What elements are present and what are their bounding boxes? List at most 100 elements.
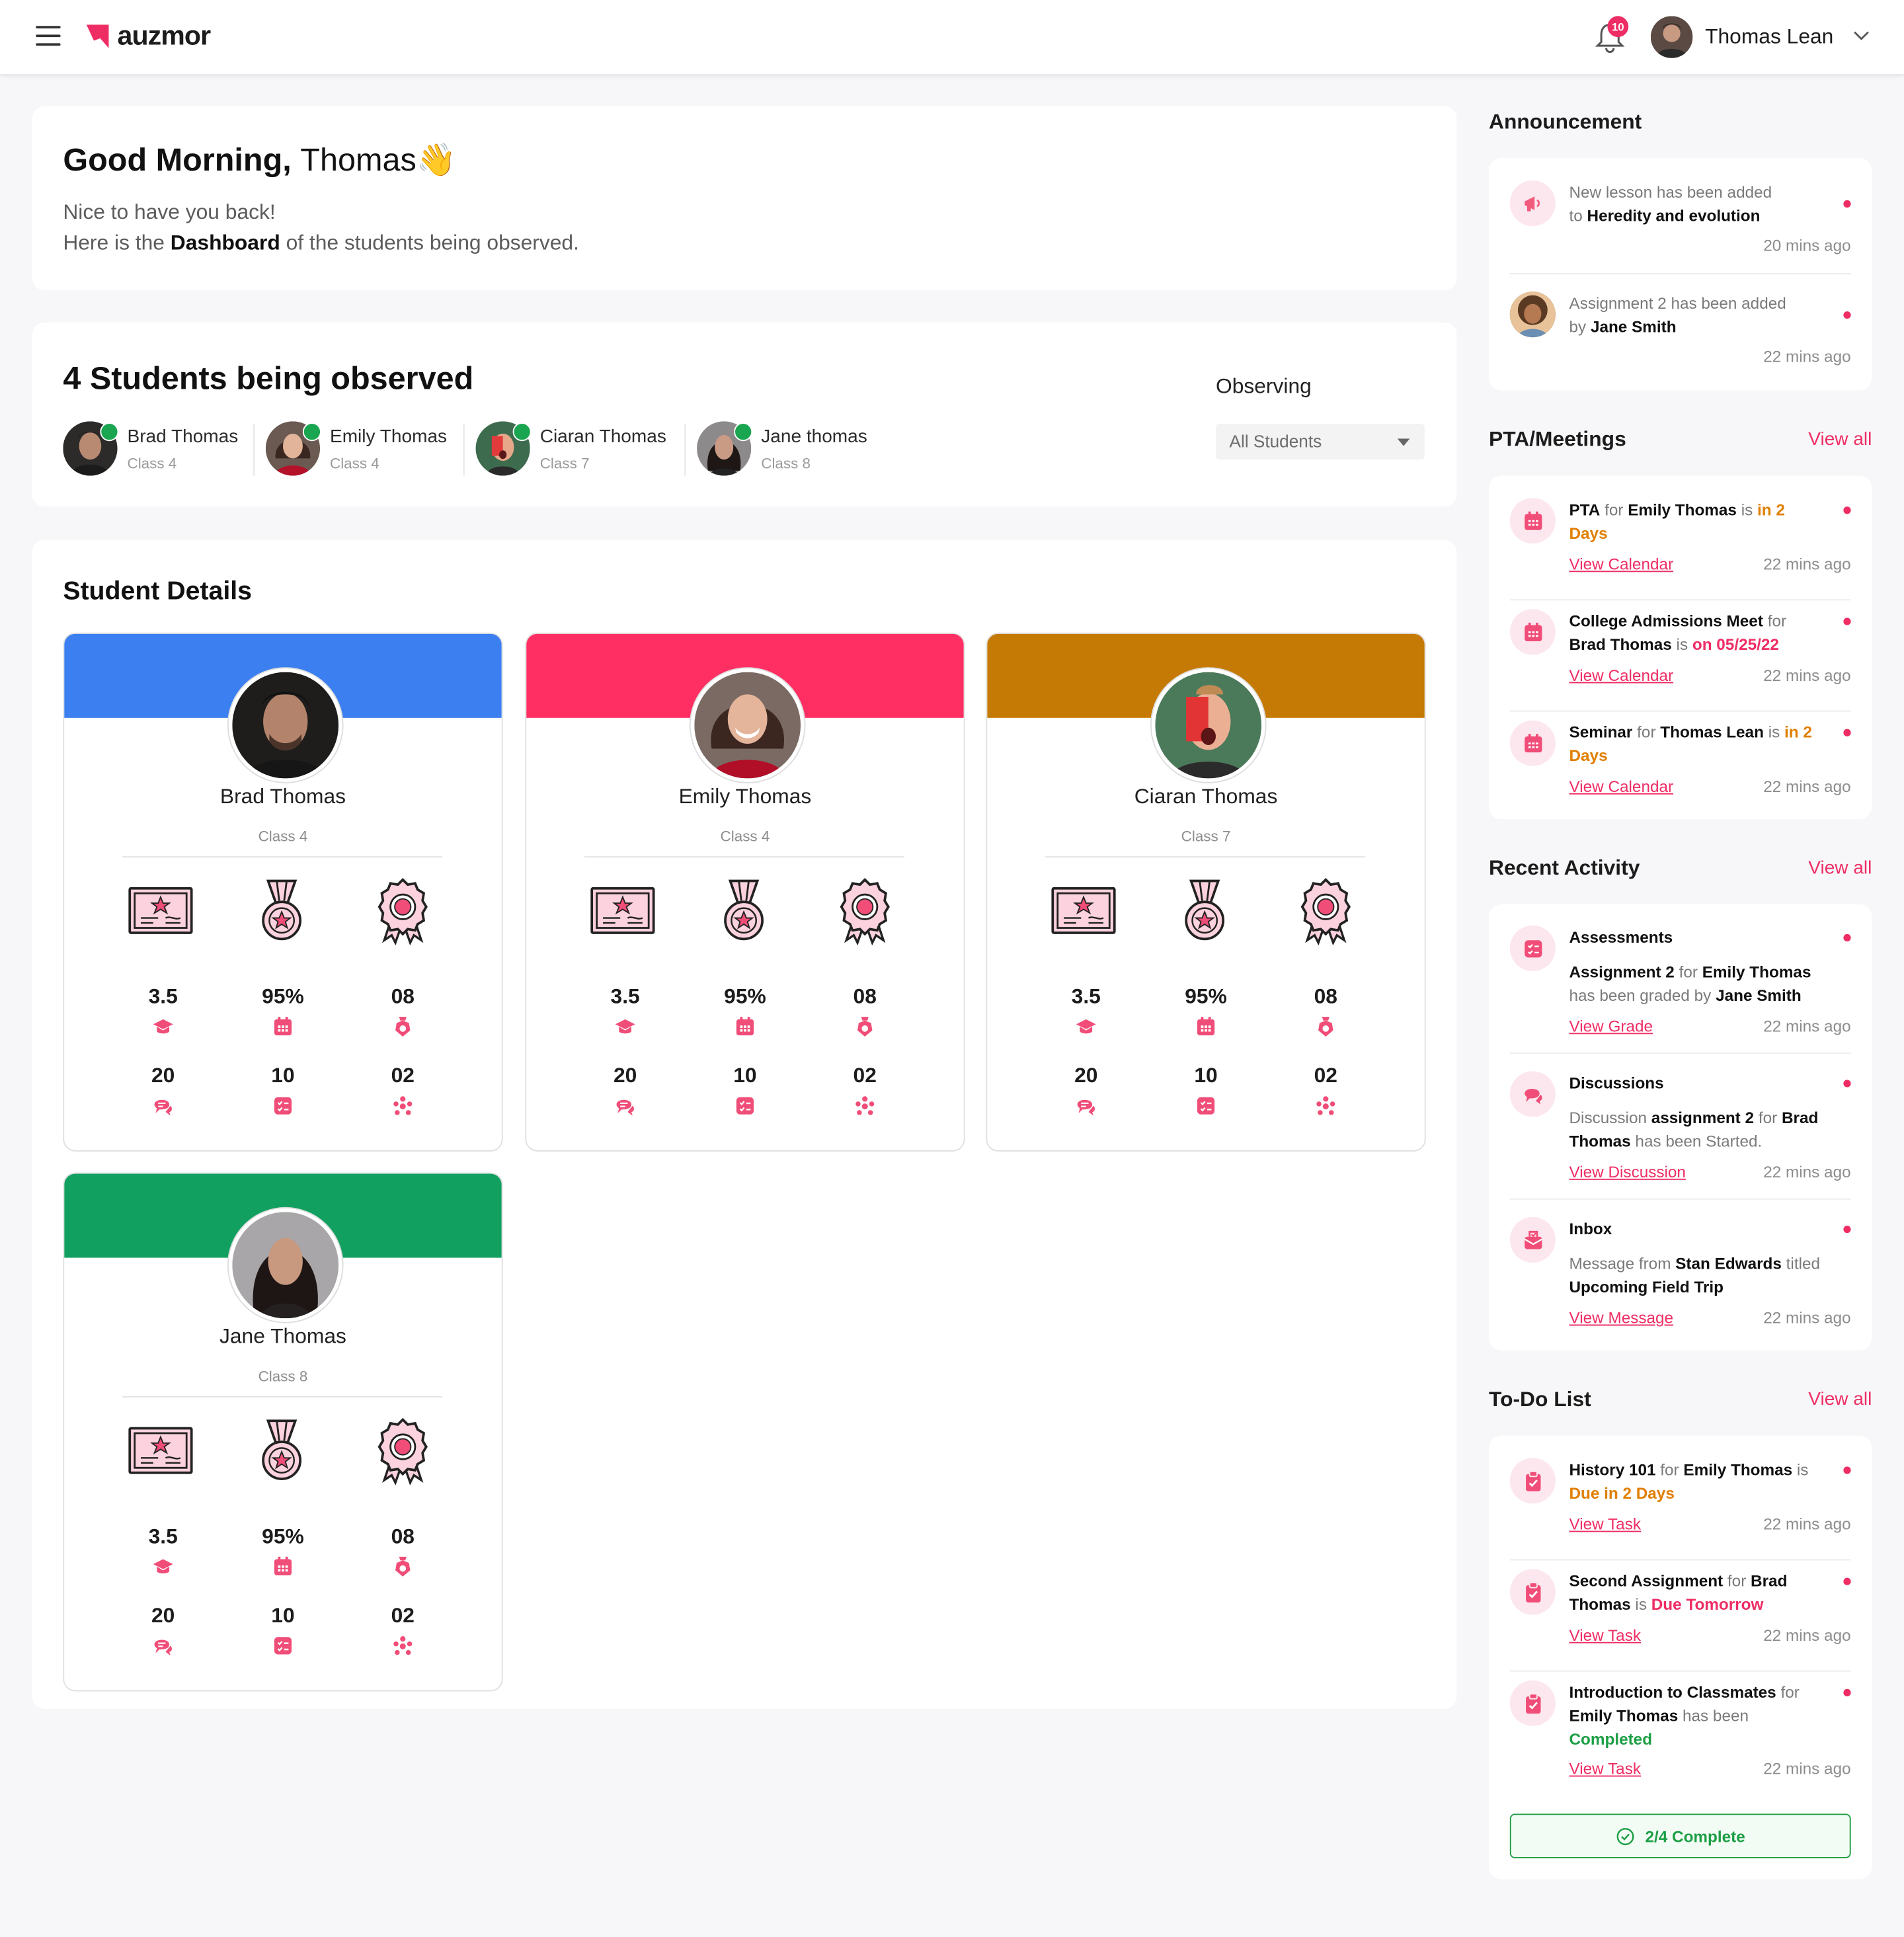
stat-attendance: 95% [1185, 984, 1227, 1009]
recent-activity-item[interactable]: Assessments Assignment 2 for Emily Thoma… [1509, 925, 1851, 1044]
activity-link[interactable]: View Discussion [1569, 1163, 1686, 1181]
student-card-brad[interactable]: Brad Thomas Class 4 3.5 95% 08 20 10 02 [63, 632, 503, 1152]
activity-link[interactable]: View Grade [1569, 1017, 1653, 1035]
card-divider [584, 856, 905, 858]
announcement-card: New lesson has been added to Heredity an… [1489, 158, 1872, 391]
observing-select-value: All Students [1229, 431, 1322, 452]
stat-attendance: 95% [262, 1524, 304, 1548]
pta-view-all-link[interactable]: View all [1808, 429, 1872, 450]
certificate-icon [126, 876, 196, 945]
announcement-item[interactable]: New lesson has been added to Heredity an… [1509, 180, 1851, 267]
todo-item[interactable]: History 101 for Emily Thomas is Due in 2… [1509, 1458, 1851, 1564]
unread-dot [1843, 200, 1851, 208]
chat-icon [1075, 1095, 1097, 1117]
stat-assignments: 10 [271, 1064, 295, 1087]
certificate-icon [1049, 876, 1119, 945]
recent-view-all-link[interactable]: View all [1808, 857, 1872, 879]
greeting-name: Thomas [300, 141, 416, 178]
rosette-icon [830, 876, 900, 946]
chat-icon [614, 1095, 637, 1117]
stat-groups: 02 [391, 1603, 415, 1628]
view-task-link[interactable]: View Task [1569, 1515, 1642, 1533]
observing-select[interactable]: All Students [1215, 424, 1425, 460]
stat-groups: 02 [391, 1064, 415, 1087]
stat-discussions: 20 [151, 1064, 175, 1087]
user-name[interactable]: Thomas Lean [1705, 24, 1833, 49]
student-details-title: Student Details [63, 576, 252, 606]
logo[interactable]: auzmor [84, 19, 212, 52]
todo-progress-button[interactable]: 2/4 Complete [1509, 1813, 1851, 1858]
item-divider [1509, 1052, 1851, 1054]
graduation-cap-icon [1075, 1015, 1097, 1038]
chip-divider [253, 424, 255, 476]
greeting-title: Good Morning, Thomas👋 [63, 141, 457, 178]
stat-discussions: 20 [1074, 1064, 1098, 1087]
view-task-link[interactable]: View Task [1569, 1626, 1642, 1644]
todo-item[interactable]: Introduction to Classmates for Emily Tho… [1509, 1680, 1851, 1787]
announcement-item[interactable]: Assignment 2 has been added by Jane Smit… [1509, 292, 1851, 378]
recent-activity-card: Assessments Assignment 2 for Emily Thoma… [1489, 904, 1872, 1351]
stat-badges: 08 [853, 984, 877, 1009]
clipboard-check-icon [1509, 1458, 1556, 1504]
pta-item[interactable]: PTA for Emily Thomas is in 2 Days View C… [1509, 498, 1851, 584]
recent-activity-item[interactable]: Discussions Discussion assignment 2 for … [1509, 1071, 1851, 1189]
todo-item[interactable]: Second Assignment for Brad Thomas is Due… [1509, 1569, 1851, 1676]
rosette-icon [368, 876, 438, 946]
view-calendar-link[interactable]: View Calendar [1569, 777, 1674, 796]
student-card-emily[interactable]: Emily Thomas Class 4 3.5 95% 08 20 10 02 [525, 632, 965, 1152]
observed-students-card: 4 Students being observed Brad Thomas Cl… [32, 322, 1457, 507]
student-card-jane[interactable]: Jane Thomas Class 8 3.5 95% 08 20 10 02 [63, 1172, 503, 1692]
verified-check-icon [100, 422, 119, 442]
pta-item[interactable]: Seminar for Thomas Lean is in 2 Days Vie… [1509, 720, 1851, 807]
calendar-icon [1509, 720, 1556, 766]
unread-dot [1843, 1688, 1851, 1696]
stat-groups: 02 [1314, 1064, 1337, 1087]
notification-count-badge: 10 [1607, 16, 1629, 38]
card-divider [122, 856, 443, 858]
activity-heading: Discussions [1569, 1074, 1664, 1093]
student-photo [1151, 668, 1265, 783]
stat-groups: 02 [853, 1064, 877, 1087]
verified-check-icon [512, 422, 532, 442]
view-calendar-link[interactable]: View Calendar [1569, 666, 1674, 684]
view-calendar-link[interactable]: View Calendar [1569, 555, 1674, 573]
view-task-link[interactable]: View Task [1569, 1759, 1642, 1778]
chip-divider [684, 424, 686, 476]
unread-dot [1843, 1577, 1851, 1585]
unread-dot [1843, 1080, 1851, 1087]
recent-activity-item[interactable]: Inbox Message from Stan Edwards titled U… [1509, 1216, 1851, 1335]
greeting-card: Good Morning, Thomas👋 Nice to have you b… [32, 106, 1457, 291]
student-photo [228, 1208, 342, 1322]
card-divider [1045, 856, 1366, 858]
card-divider [122, 1396, 443, 1398]
megaphone-icon [1509, 180, 1556, 227]
stat-badges: 08 [391, 984, 415, 1009]
student-class: Class 7 [1181, 828, 1231, 846]
unread-dot [1843, 311, 1851, 319]
user-avatar[interactable] [1650, 16, 1693, 58]
announcement-title: Announcement [1489, 110, 1642, 134]
student-card-ciaran[interactable]: Ciaran Thomas Class 7 3.5 95% 08 20 10 0… [986, 632, 1426, 1152]
hamburger-menu-icon[interactable] [36, 26, 61, 46]
chat-icon [152, 1095, 175, 1117]
checklist-icon [272, 1635, 294, 1657]
logo-text: auzmor [117, 19, 212, 51]
calendar-icon [272, 1015, 294, 1038]
unread-dot [1843, 1466, 1851, 1474]
unread-dot [1843, 506, 1851, 514]
student-name: Jane Thomas [219, 1324, 346, 1348]
inbox-icon [1509, 1216, 1556, 1263]
clipboard-check-icon [1509, 1569, 1556, 1615]
pta-item[interactable]: College Admissions Meet for Brad Thomas … [1509, 609, 1851, 695]
student-details-card: Student Details Brad Thomas Class 4 3.5 … [32, 539, 1457, 1709]
activity-link[interactable]: View Message [1569, 1308, 1674, 1327]
chevron-down-icon[interactable] [1853, 30, 1869, 42]
medal-icon [1170, 876, 1240, 945]
todo-view-all-link[interactable]: View all [1808, 1389, 1872, 1410]
group-icon [391, 1635, 414, 1657]
checklist-icon [1195, 1095, 1217, 1117]
item-divider [1509, 599, 1851, 601]
observing-label: Observing [1215, 374, 1312, 398]
graduation-cap-icon [152, 1556, 175, 1578]
unread-dot [1843, 617, 1851, 625]
